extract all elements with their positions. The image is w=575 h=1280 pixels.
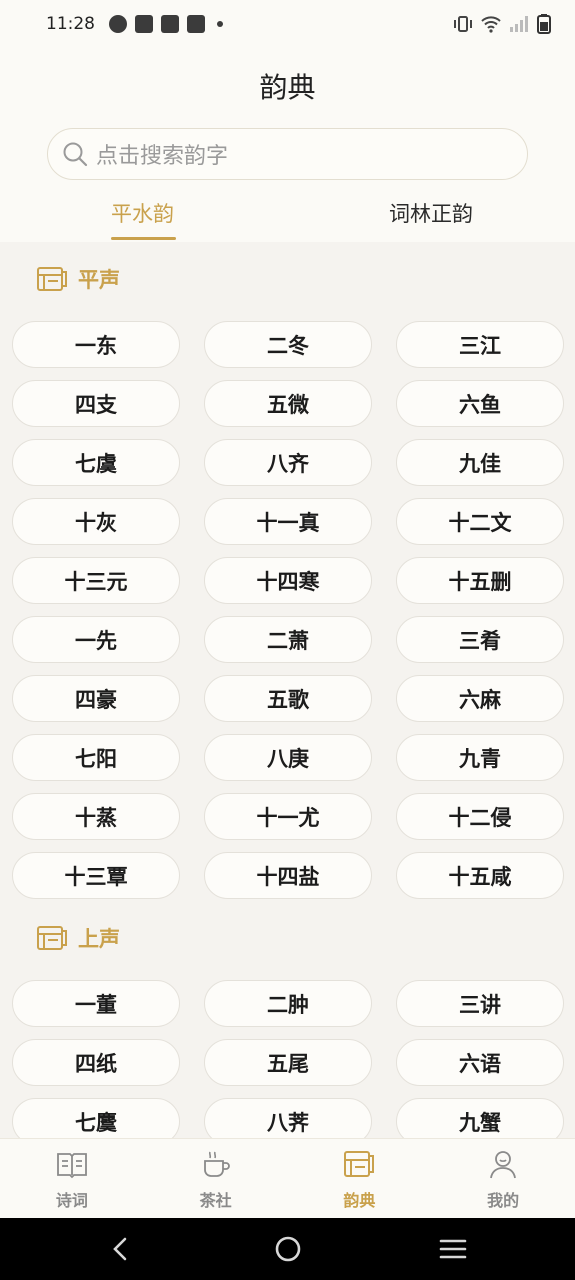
- wifi-icon: [481, 16, 501, 33]
- rhyme-button[interactable]: 十一尤: [204, 793, 372, 840]
- rhyme-button[interactable]: 七麌: [12, 1098, 180, 1138]
- bottom-nav: 诗词 茶社 韵典 我的: [0, 1138, 575, 1218]
- nav-item-dictionary[interactable]: 韵典: [288, 1139, 432, 1218]
- shopping-bag-icon: [161, 15, 179, 33]
- rhyme-button[interactable]: 九青: [396, 734, 564, 781]
- rhyme-button[interactable]: 五微: [204, 380, 372, 427]
- rhyme-button[interactable]: 七阳: [12, 734, 180, 781]
- nav-item-poems[interactable]: 诗词: [0, 1139, 144, 1218]
- rhyme-button[interactable]: 四支: [12, 380, 180, 427]
- signal-icon: [510, 16, 528, 32]
- rhyme-button[interactable]: 六语: [396, 1039, 564, 1086]
- section-header-shang: 上声: [36, 923, 120, 953]
- system-status-icons: [453, 14, 551, 34]
- rhyme-button[interactable]: 三江: [396, 321, 564, 368]
- rhyme-button[interactable]: 二肿: [204, 980, 372, 1027]
- rhyme-button[interactable]: 十二侵: [396, 793, 564, 840]
- rhyme-button[interactable]: 五尾: [204, 1039, 372, 1086]
- nav-item-teahouse[interactable]: 茶社: [144, 1139, 288, 1218]
- rhyme-button[interactable]: 一东: [12, 321, 180, 368]
- rhyme-grid-shang: 一董 二肿 三讲四纸 五尾 六语七麌 八荠 九蟹: [12, 980, 564, 1138]
- rhyme-button[interactable]: 十五咸: [396, 852, 564, 899]
- rhyme-button[interactable]: 三肴: [396, 616, 564, 663]
- recents-menu-icon[interactable]: [438, 1234, 468, 1264]
- section-label: 平声: [78, 267, 120, 292]
- search-icon: [63, 142, 88, 167]
- rhyme-button[interactable]: 一先: [12, 616, 180, 663]
- rhyme-button[interactable]: 十一真: [204, 498, 372, 545]
- rhyme-button[interactable]: 十四寒: [204, 557, 372, 604]
- nav-label: 茶社: [199, 1191, 232, 1210]
- rhyme-button[interactable]: 三讲: [396, 980, 564, 1027]
- shopping-bag-icon: [135, 15, 153, 33]
- vibrate-icon: [454, 16, 472, 32]
- rhyme-button[interactable]: 十五删: [396, 557, 564, 604]
- rhyme-button[interactable]: 十灰: [12, 498, 180, 545]
- home-icon[interactable]: [273, 1234, 303, 1264]
- page-title: 韵典: [259, 71, 316, 104]
- rhyme-button[interactable]: 四纸: [12, 1039, 180, 1086]
- rhyme-button[interactable]: 十二文: [396, 498, 564, 545]
- section-header-ping: 平声: [36, 264, 120, 294]
- profile-icon: [490, 1151, 517, 1179]
- search-bar[interactable]: 点击搜索韵字: [47, 128, 528, 180]
- speed-icon: [109, 15, 127, 33]
- dictionary-icon: [37, 926, 67, 950]
- rhyme-button[interactable]: 十三元: [12, 557, 180, 604]
- search-placeholder: 点击搜索韵字: [96, 144, 229, 169]
- back-icon[interactable]: [106, 1234, 136, 1264]
- active-tab-indicator: [111, 237, 176, 240]
- shopping-bag-icon: [187, 15, 205, 33]
- rhyme-button[interactable]: 二冬: [204, 321, 372, 368]
- dictionary-icon: [37, 267, 67, 291]
- rhyme-system-tabs: 平水韵 词林正韵: [0, 190, 575, 242]
- section-label: 上声: [78, 926, 120, 951]
- rhyme-button[interactable]: 十蒸: [12, 793, 180, 840]
- notification-icons: [109, 15, 223, 33]
- rhyme-button[interactable]: 八庚: [204, 734, 372, 781]
- rhyme-button[interactable]: 九蟹: [396, 1098, 564, 1138]
- nav-label: 我的: [487, 1191, 520, 1210]
- rhyme-grid-ping: 一东 二冬 三江四支 五微 六鱼七虞 八齐 九佳十灰 十一真 十二文十三元 十四寒 十五删一先 二萧三…: [12, 321, 564, 899]
- rhyme-button[interactable]: 九佳: [396, 439, 564, 486]
- rhyme-button[interactable]: 八荠: [204, 1098, 372, 1138]
- rhyme-button[interactable]: 十四盐: [204, 852, 372, 899]
- rhyme-list[interactable]: 平声 一东 二冬 三江四支 五微 六鱼七虞 八齐 九佳十灰 十一真 十二文十三元 十四寒 十五删一先…: [0, 242, 575, 1138]
- nav-label: 诗词: [55, 1191, 88, 1210]
- tab-pingshuiyun[interactable]: 平水韵: [111, 198, 174, 228]
- tab-cilinzhengyun[interactable]: 词林正韵: [389, 198, 473, 228]
- rhyme-button[interactable]: 十三覃: [12, 852, 180, 899]
- nav-label: 韵典: [343, 1191, 376, 1210]
- rhyme-button[interactable]: 六麻: [396, 675, 564, 722]
- rhyme-button[interactable]: 五歌: [204, 675, 372, 722]
- more-notifications-icon: [217, 21, 223, 27]
- rhyme-button[interactable]: 七虞: [12, 439, 180, 486]
- status-bar: 11:28: [0, 0, 575, 48]
- dictionary-icon: [344, 1151, 375, 1177]
- rhyme-button[interactable]: 八齐: [204, 439, 372, 486]
- battery-icon: [537, 14, 551, 34]
- tea-cup-icon: [203, 1151, 230, 1177]
- rhyme-button[interactable]: 四豪: [12, 675, 180, 722]
- nav-item-profile[interactable]: 我的: [431, 1139, 575, 1218]
- rhyme-button[interactable]: 二萧: [204, 616, 372, 663]
- book-icon: [56, 1153, 87, 1179]
- status-time: 11:28: [46, 14, 95, 34]
- rhyme-button[interactable]: 一董: [12, 980, 180, 1027]
- rhyme-button[interactable]: 六鱼: [396, 380, 564, 427]
- system-navigation-bar: [0, 1218, 575, 1280]
